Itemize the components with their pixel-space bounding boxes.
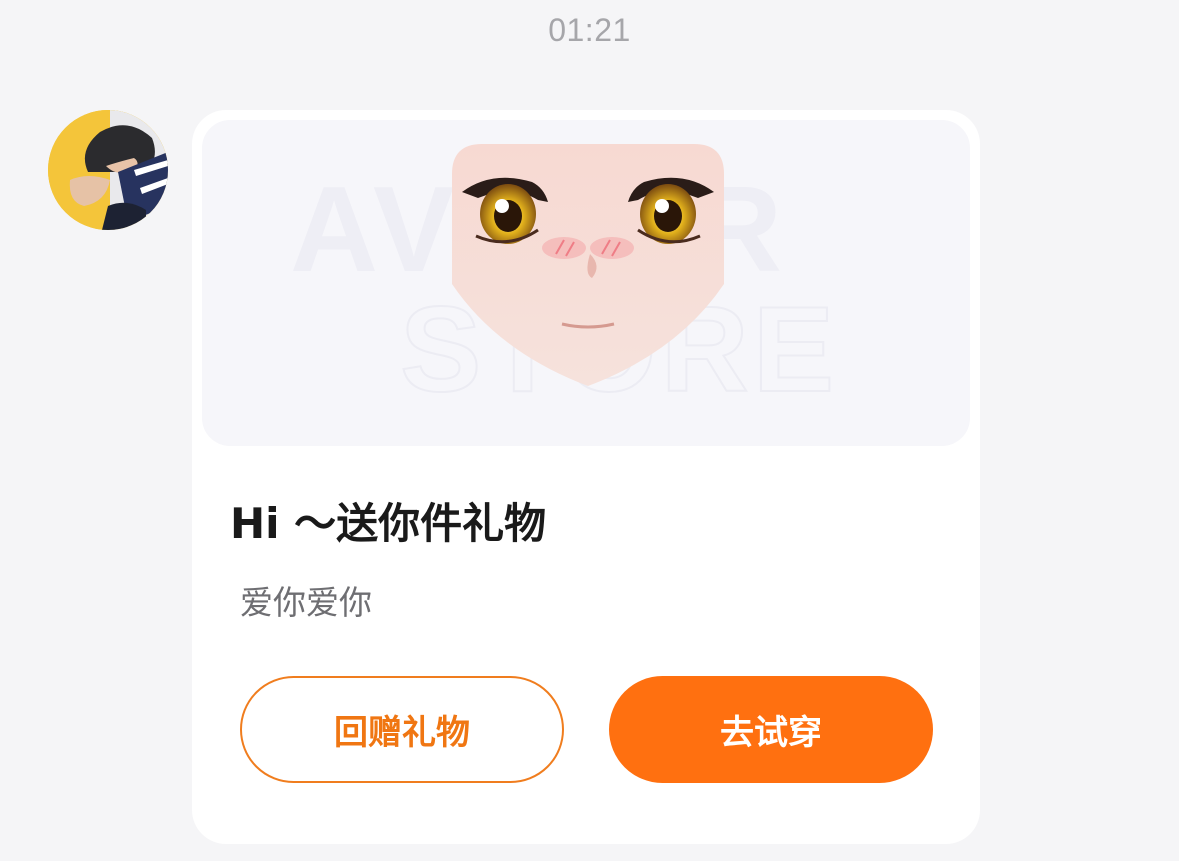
avatar-photo xyxy=(48,110,168,230)
return-gift-button[interactable]: 回赠礼物 xyxy=(240,676,564,783)
anime-face-icon xyxy=(452,144,724,386)
try-on-button[interactable]: 去试穿 xyxy=(609,676,933,783)
message-timestamp: 01:21 xyxy=(548,12,631,48)
gift-message-subtitle: 爱你爱你 xyxy=(240,583,372,622)
sender-avatar[interactable] xyxy=(48,110,168,230)
gift-preview-banner: AVATAR STORE xyxy=(202,120,970,446)
gift-message-title: Hi ～送你件礼物 xyxy=(230,499,547,548)
gift-message-card[interactable]: AVATAR STORE xyxy=(192,110,980,844)
